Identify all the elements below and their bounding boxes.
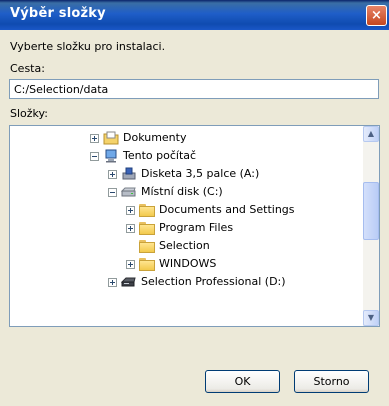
tree-item-documents-and-settings[interactable]: Documents and Settings: [126, 201, 295, 219]
tree-item-label: Program Files: [159, 221, 234, 234]
folders-label: Složky:: [10, 107, 48, 120]
path-label: Cesta:: [10, 62, 45, 75]
tree-item-label: Selection Professional (D:): [141, 275, 286, 288]
hard-drive-icon: [120, 185, 137, 199]
cancel-button[interactable]: Storno: [294, 370, 369, 393]
tree-item-label: Selection: [159, 239, 210, 252]
instruction-text: Vyberte složku pro instalaci.: [10, 40, 166, 53]
scroll-thumb[interactable]: [363, 182, 379, 240]
scroll-up-arrow-icon[interactable]: ▲: [363, 126, 379, 142]
expand-icon[interactable]: [126, 205, 135, 215]
folder-icon: [139, 203, 155, 217]
folder-icon: [139, 257, 155, 271]
expand-icon[interactable]: [126, 223, 135, 233]
tree-item-program-files[interactable]: Program Files: [126, 219, 233, 237]
tree-item-label: Místní disk (C:): [141, 185, 223, 198]
tree-item-label: Tento počítač: [123, 149, 197, 162]
computer-icon: [103, 149, 119, 163]
floppy-drive-icon: [121, 167, 137, 181]
collapse-icon[interactable]: [108, 187, 117, 197]
folder-open-icon: [139, 239, 155, 253]
tree-item-label: Disketa 3,5 palce (A:): [141, 167, 260, 180]
tree-item-windows[interactable]: WINDOWS: [126, 255, 216, 273]
expand-icon[interactable]: [126, 259, 135, 269]
tree-item-selection-professional[interactable]: Selection Professional (D:): [108, 273, 286, 291]
tree-content: Dokumenty Tento počítač Disketa 3,5 palc…: [10, 126, 365, 326]
tree-item-disketa[interactable]: Disketa 3,5 palce (A:): [108, 165, 259, 183]
scroll-down-arrow-icon[interactable]: ▼: [363, 310, 379, 326]
close-button[interactable]: ×: [366, 5, 387, 26]
tree-item-selection[interactable]: Selection: [126, 237, 210, 255]
folder-icon: [139, 221, 155, 235]
path-input[interactable]: [9, 79, 379, 99]
expand-icon[interactable]: [108, 169, 117, 179]
tree-scrollbar[interactable]: ▲ ▼: [363, 126, 379, 326]
documents-folder-icon: [103, 131, 119, 145]
expand-icon[interactable]: [90, 133, 99, 143]
ok-button[interactable]: OK: [205, 370, 280, 393]
expand-icon[interactable]: [108, 277, 117, 287]
collapse-icon[interactable]: [90, 151, 99, 161]
tree-item-dokumenty[interactable]: Dokumenty: [90, 129, 186, 147]
folder-tree[interactable]: Dokumenty Tento počítač Disketa 3,5 palc…: [9, 125, 380, 327]
tree-item-label: Dokumenty: [123, 131, 187, 144]
tree-item-label: Documents and Settings: [159, 203, 295, 216]
tree-item-tento-pocitac[interactable]: Tento počítač: [90, 147, 196, 165]
cd-drive-icon: [120, 275, 137, 289]
tree-item-label: WINDOWS: [159, 257, 217, 270]
tree-item-mistni-disk[interactable]: Místní disk (C:): [108, 183, 223, 201]
window-title: Výběr složky: [10, 6, 106, 21]
title-bar[interactable]: Výběr složky ×: [0, 0, 389, 30]
